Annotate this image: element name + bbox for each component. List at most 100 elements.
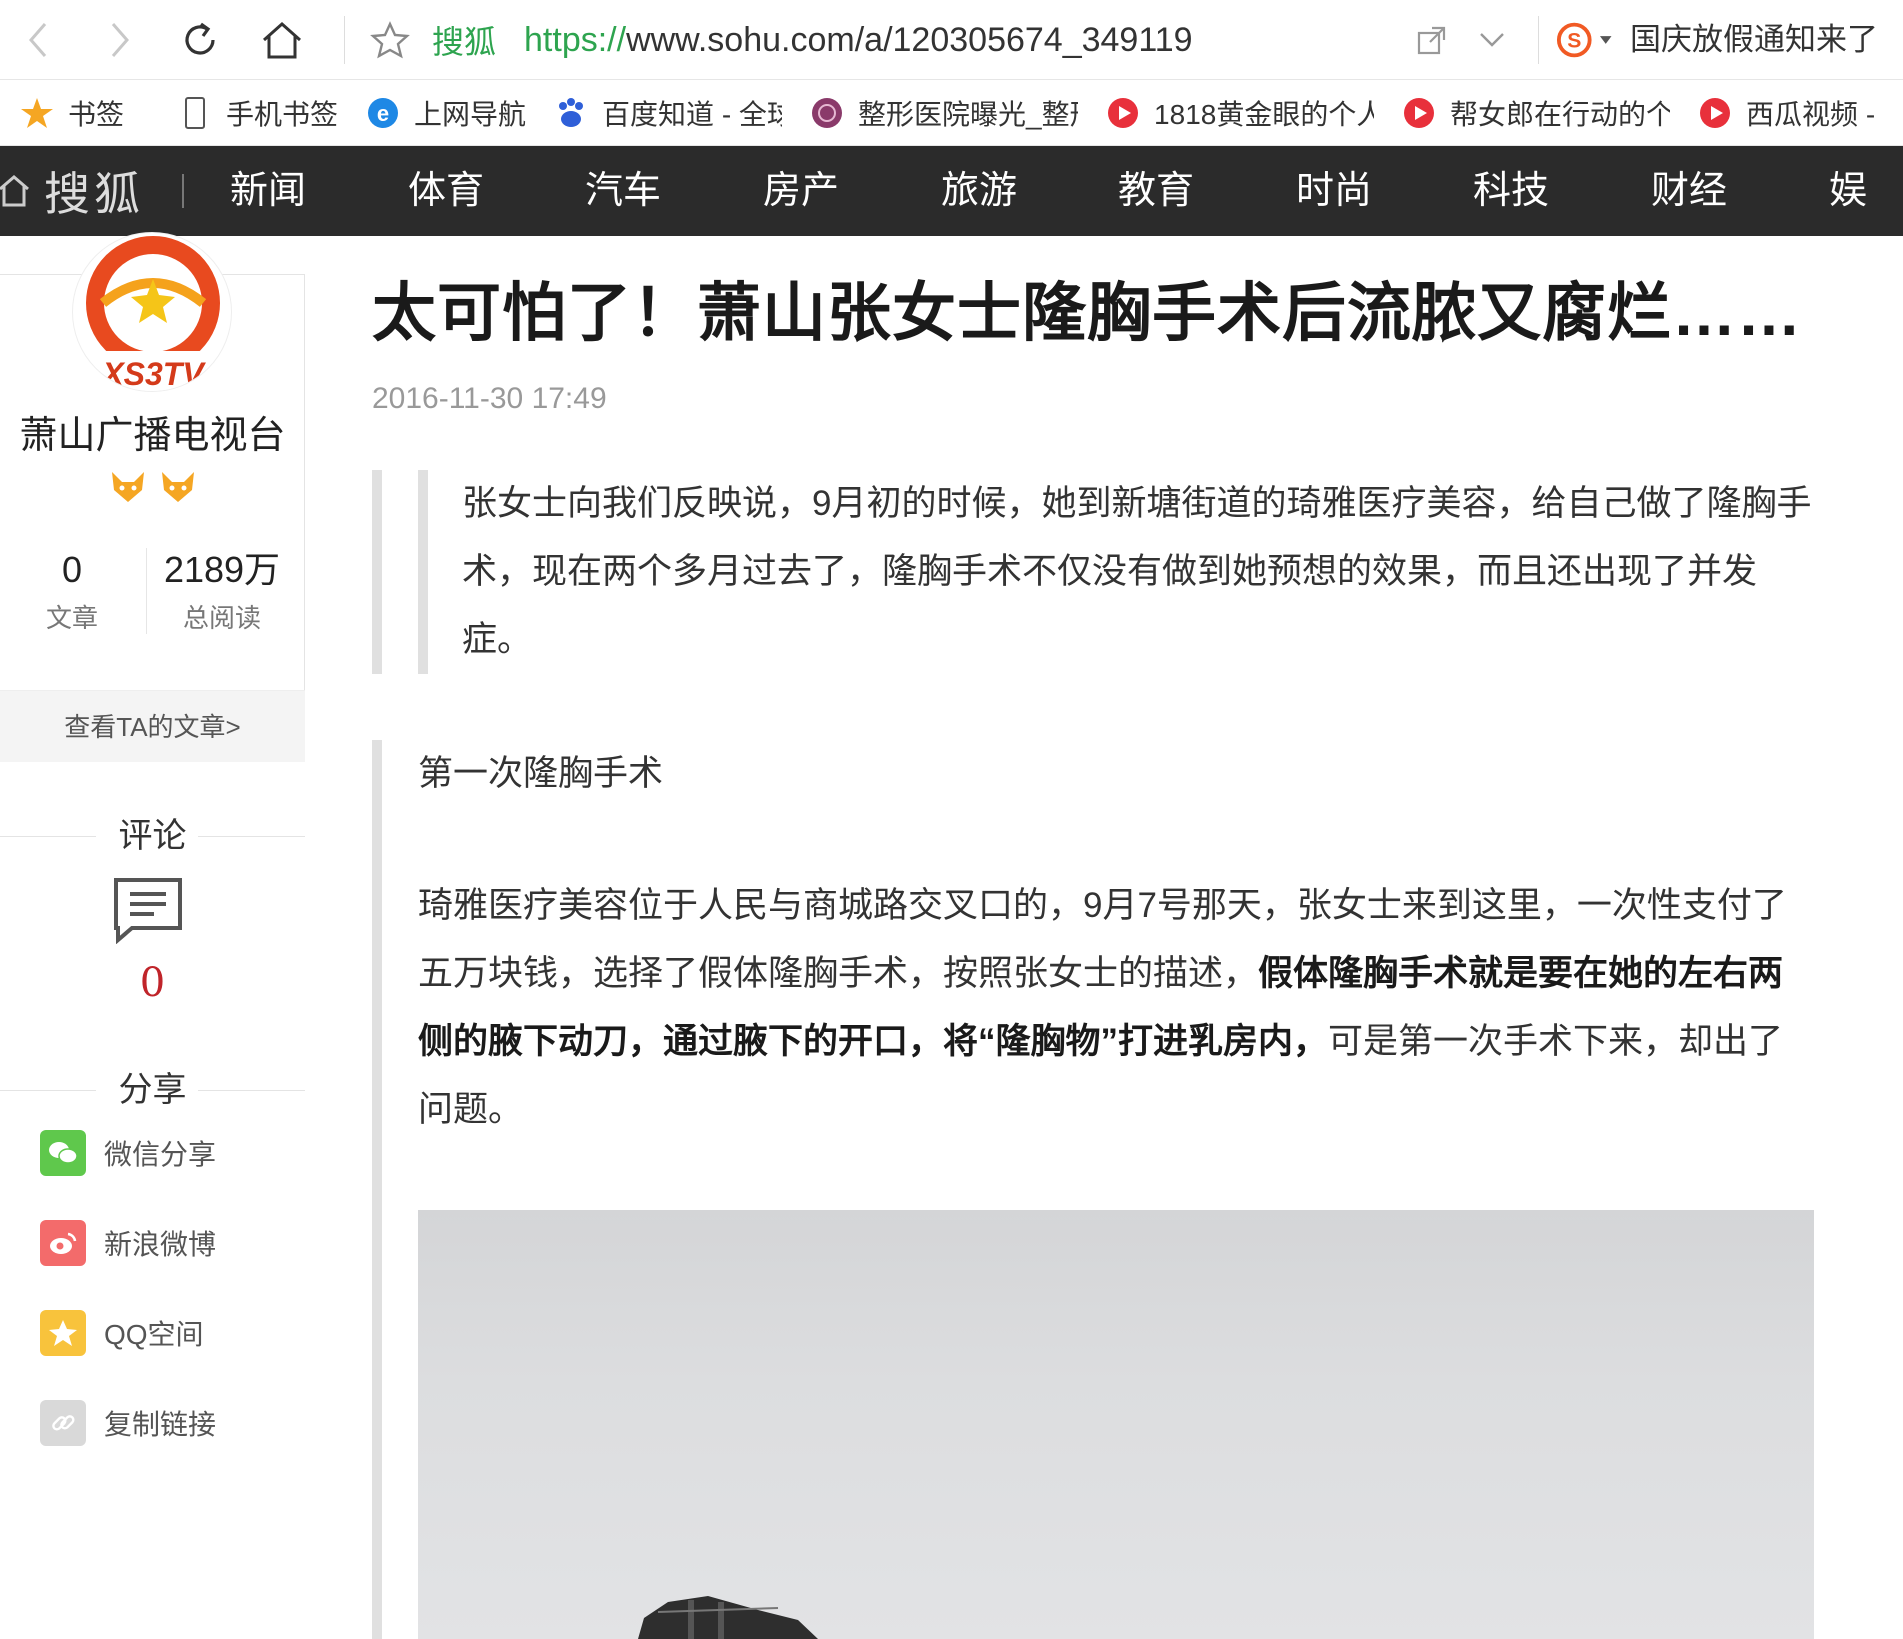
share-qzone-button[interactable]: QQ空间 [40, 1310, 204, 1356]
qzone-icon [40, 1310, 86, 1356]
comment-button[interactable] [112, 876, 184, 945]
bookmark-label: 书签 [68, 98, 125, 130]
video-icon [1402, 96, 1436, 130]
bookmark-label: 帮女郎在行动的个 [1450, 98, 1671, 130]
nav-item[interactable]: 教育 [1118, 146, 1194, 236]
bookmark-label: 1818黄金眼的个人 [1154, 98, 1375, 130]
url-dropdown-button[interactable] [1470, 20, 1514, 60]
share-page-button[interactable] [1410, 20, 1454, 60]
site-name: 搜狐 [432, 24, 497, 60]
star-icon [20, 96, 54, 130]
back-button[interactable] [10, 14, 66, 66]
station-logo-icon: XS3TV [86, 236, 220, 391]
bookmark-item[interactable]: 手机书签 [178, 88, 338, 138]
article-body-bar [372, 740, 382, 1639]
article-title: 太可怕了！萧山张女士隆胸手术后流脓又腐烂…… [372, 277, 1802, 349]
divider [182, 174, 184, 208]
nav-item[interactable]: 旅游 [941, 146, 1017, 236]
author-avatar[interactable]: XS3TV [72, 232, 232, 392]
baidu-icon [554, 96, 588, 130]
url-scheme: https:// [524, 20, 627, 59]
bookmark-item[interactable]: 整形医院曝光_整形 [810, 88, 1078, 138]
nav-item[interactable]: 娱乐 [1829, 146, 1903, 302]
divider [1538, 16, 1539, 64]
share-title: 分享 [118, 1071, 187, 1109]
building-photo-icon [638, 1596, 818, 1639]
nav-item[interactable]: 财经 [1651, 146, 1727, 236]
divider [146, 548, 147, 634]
svg-text:e: e [377, 101, 389, 126]
nav-item[interactable]: 房产 [763, 146, 839, 236]
sohu-logo[interactable]: 搜狐 [0, 146, 144, 236]
share-label: 微信分享 [104, 1139, 217, 1170]
bookmark-item[interactable]: 书签 [20, 88, 124, 138]
url-field[interactable]: 搜狐 https:// www.sohu.com/a/120305674_349… [370, 16, 1193, 64]
bookmark-item[interactable]: 1818黄金眼的个人 [1106, 88, 1374, 138]
share-label: 复制链接 [104, 1409, 217, 1440]
bookmark-item[interactable]: 百度知道 - 全球最 [554, 88, 782, 138]
bookmark-label: 百度知道 - 全球最 [602, 98, 782, 130]
bookmark-label: 手机书签 [226, 98, 339, 130]
reads-count: 2189万 [163, 549, 281, 590]
home-icon [263, 21, 301, 59]
quote-bar [372, 470, 382, 674]
weibo-icon [40, 1220, 86, 1266]
ie-icon: e [366, 96, 400, 130]
share-wechat-button[interactable]: 微信分享 [40, 1130, 216, 1176]
reload-icon [185, 22, 215, 55]
author-badges [0, 470, 305, 504]
nav-item[interactable]: 新闻 [230, 146, 306, 236]
sohu-logo-text: 搜狐 [44, 167, 144, 221]
nav-item[interactable]: 体育 [408, 146, 484, 236]
share-section-header: 分享 [0, 1070, 305, 1110]
wechat-icon [40, 1130, 86, 1176]
forward-button[interactable] [92, 14, 148, 66]
share-label: QQ空间 [104, 1319, 204, 1350]
reads-label: 总阅读 [182, 603, 261, 633]
nav-item[interactable]: 科技 [1473, 146, 1549, 236]
fox-badge-icon [111, 472, 144, 502]
article-subheading: 第一次隆胸手术 [418, 754, 664, 793]
address-bar: 搜狐 https:// www.sohu.com/a/120305674_349… [0, 0, 1903, 80]
copy-link-button[interactable]: 复制链接 [40, 1400, 216, 1446]
bookmark-item[interactable]: 西瓜视频 - [1698, 88, 1875, 138]
clinic-icon [810, 96, 844, 130]
bookmark-label: 整形医院曝光_整形 [858, 98, 1079, 130]
bookmark-label: 西瓜视频 - [1746, 98, 1876, 130]
bookmark-star-icon[interactable] [370, 20, 410, 60]
articles-count: 0 [61, 549, 83, 590]
author-name[interactable]: 萧山广播电视台 [0, 404, 305, 459]
article-paragraph: 琦雅医疗美容位于人民与商城路交叉口的，9月7号那天，张女士来到这里，一次性支付了… [418, 872, 1808, 1144]
article-date: 2016-11-30 17:49 [372, 382, 607, 415]
nav-item[interactable]: 汽车 [585, 146, 661, 236]
search-engine-selector[interactable]: S [1556, 18, 1612, 62]
stat-articles: 0 文章 [20, 548, 124, 635]
articles-label: 文章 [45, 603, 98, 633]
bookmark-item[interactable]: e 上网导航 [366, 88, 526, 138]
comment-count[interactable]: 0 [0, 960, 305, 1006]
video-icon [1106, 96, 1140, 130]
nav-item[interactable]: 时尚 [1296, 146, 1372, 236]
back-arrow-icon [29, 23, 47, 57]
quote-bar [418, 470, 428, 674]
link-icon [40, 1400, 86, 1446]
divider [344, 16, 345, 64]
article-photo [418, 1210, 1814, 1639]
hot-search-text[interactable]: 国庆放假通知来了 [1630, 18, 1878, 62]
sohu-nav-bar: 搜狐 新闻 体育 汽车 房产 旅游 教育 时尚 科技 财经 娱乐 [0, 146, 1903, 302]
home-icon [0, 175, 29, 207]
comment-icon [114, 878, 182, 945]
forward-arrow-icon [111, 23, 129, 57]
view-articles-link[interactable]: 查看TA的文章> [0, 690, 305, 762]
comments-section-header: 评论 [0, 816, 305, 856]
comments-title: 评论 [118, 817, 187, 855]
article-lead-quote: 张女士向我们反映说，9月初的时候，她到新塘街道的琦雅医疗美容，给自己做了隆胸手术… [462, 484, 1812, 659]
url-text: www.sohu.com/a/120305674_349119 [626, 20, 1193, 59]
reload-button[interactable] [172, 14, 228, 66]
home-button[interactable] [254, 14, 310, 66]
fox-badge-icon [161, 472, 194, 502]
svg-text:S: S [1567, 30, 1581, 53]
share-label: 新浪微博 [104, 1229, 217, 1260]
share-weibo-button[interactable]: 新浪微博 [40, 1220, 216, 1266]
bookmark-item[interactable]: 帮女郎在行动的个 [1402, 88, 1670, 138]
